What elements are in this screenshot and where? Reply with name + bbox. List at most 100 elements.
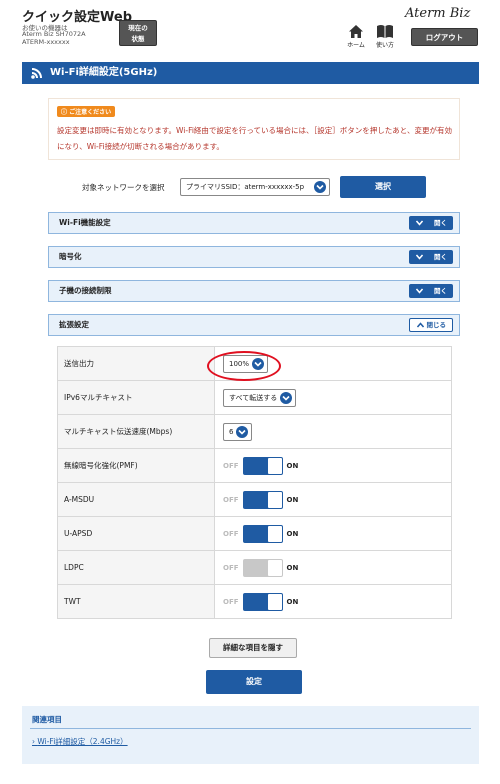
switch-off-label: OFF [223,495,239,504]
uapsd-label: U-APSD [57,516,215,551]
twt-cell: OFF ON [214,584,452,619]
related-section: 関連項目 › Wi-Fi詳細設定（2.4GHz） [22,706,479,764]
status-button-line-1: 現在の [128,24,148,32]
table-row: マルチキャスト伝送速度(Mbps) 6 [57,414,452,449]
chevron-up-icon [417,322,424,328]
section-title: 暗号化 [59,252,82,261]
notice-badge: ⓘ ご注意ください [57,106,116,117]
brand-logo: Aterm Biz [405,6,471,21]
open-button[interactable]: 開く [409,250,453,264]
twt-toggle[interactable] [242,592,283,611]
chevron-down-icon [416,220,423,226]
table-row: TWT OFF ON [57,584,452,619]
related-link-wifi-24ghz[interactable]: › Wi-Fi詳細設定（2.4GHz） [32,736,128,747]
home-icon [349,25,363,38]
close-label: 閉じる [426,321,447,329]
ipv6-multicast-value: すべて転送する [229,393,278,402]
amsdu-toggle[interactable] [242,490,283,509]
amsdu-cell: OFF ON [214,482,452,517]
switch-on-label: ON [286,461,299,470]
switch-knob [267,559,282,576]
warning-icon: ⓘ [61,109,68,116]
ipv6-multicast-select[interactable]: すべて転送する [223,388,297,407]
switch-knob [267,457,282,474]
pmf-toggle[interactable] [242,456,283,475]
notice-box: ⓘ ご注意ください 設定変更は即時に有効となります。Wi-Fi経由で設定を行って… [48,98,460,160]
section-client-limit[interactable]: 子機の接続制限 開く [48,280,460,302]
ldpc-label: LDPC [57,550,215,585]
open-label: 開く [434,253,447,261]
tx-power-label: 送信出力 [57,346,215,381]
uapsd-cell: OFF ON [214,516,452,551]
multicast-rate-select[interactable]: 6 [223,422,253,441]
network-select-label: 対象ネットワークを選択 [82,183,165,192]
twt-switch-group: OFF ON [223,592,451,611]
section-title: Wi-Fi機能設定 [59,218,111,227]
section-title: 拡張設定 [59,320,89,329]
notice-badge-label: ご注意ください [69,109,112,116]
header: クイック設定Web お使いの機器は Aterm Biz SH7072A ATER… [0,0,500,56]
switch-off-label: OFF [223,597,239,606]
switch-knob [267,525,282,542]
hide-details-button[interactable]: 詳細な項目を隠す [209,638,297,658]
pmf-label: 無線暗号化強化(PMF) [57,448,215,483]
multicast-rate-cell: 6 [214,414,452,449]
book-icon [377,25,393,38]
uapsd-switch-group: OFF ON [223,524,451,543]
open-label: 開く [434,287,447,295]
chevron-down-icon [314,181,326,193]
device-line-3: ATERM-xxxxxx [22,38,70,46]
open-label: 開く [434,219,447,227]
ipv6-multicast-label: IPv6マルチキャスト [57,380,215,415]
divider [30,728,471,729]
device-line-2: Aterm Biz SH7072A [22,30,86,38]
section-title: 子機の接続制限 [59,286,112,295]
select-network-button[interactable]: 選択 [340,176,426,198]
switch-knob [267,593,282,610]
network-select-value: プライマリSSID：aterm-xxxxxx-5p [186,183,305,191]
table-row: 無線暗号化強化(PMF) OFF ON [57,448,452,483]
section-wifi-function[interactable]: Wi-Fi機能設定 開く [48,212,460,234]
ipv6-multicast-cell: すべて転送する [214,380,452,415]
close-button[interactable]: 閉じる [409,318,453,332]
wifi-icon [31,68,42,79]
amsdu-switch-group: OFF ON [223,490,451,509]
chevron-down-icon [280,391,293,404]
switch-on-label: ON [286,495,299,504]
notice-text: 設定変更は即時に有効となります。Wi-Fi経由で設定を行っている場合には、［設定… [57,126,452,151]
logout-button[interactable]: ログアウト [411,28,478,46]
ldpc-cell: OFF ON [214,550,452,585]
switch-on-label: ON [286,597,299,606]
switch-off-label: OFF [223,461,239,470]
highlight-ring [207,351,281,381]
section-extended[interactable]: 拡張設定 閉じる [48,314,460,336]
manual-link[interactable]: 使い方 [372,24,398,49]
chevron-down-icon [416,288,423,294]
apply-button[interactable]: 設定 [206,670,302,694]
chevron-right-icon: › [32,737,35,746]
twt-label: TWT [57,584,215,619]
ldpc-switch-group: OFF ON [223,558,451,577]
chevron-down-icon [416,254,423,260]
chevron-down-icon [236,425,249,438]
current-status-button[interactable]: 現在の 状態 [119,20,157,46]
related-title: 関連項目 [32,715,62,724]
open-button[interactable]: 開く [409,216,453,230]
section-encryption[interactable]: 暗号化 開く [48,246,460,268]
switch-off-label: OFF [223,563,239,572]
uapsd-toggle[interactable] [242,524,283,543]
page-title-bar: Wi-Fi詳細設定(5GHz) [22,62,479,84]
network-select[interactable]: プライマリSSID：aterm-xxxxxx-5p [180,178,330,196]
home-label: ホーム [347,42,365,49]
table-row: IPv6マルチキャスト すべて転送する [57,380,452,415]
page-title: Wi-Fi詳細設定(5GHz) [50,67,158,78]
ldpc-toggle [242,558,283,577]
open-button[interactable]: 開く [409,284,453,298]
pmf-switch-group: OFF ON [223,456,451,475]
home-link[interactable]: ホーム [343,24,369,49]
extended-settings-table: 送信出力 100% IPv6マルチキャスト すべて転送する マルチキャスト伝送速… [57,346,452,619]
status-button-line-2: 状態 [131,35,145,43]
table-row: U-APSD OFF ON [57,516,452,551]
switch-off-label: OFF [223,529,239,538]
multicast-rate-label: マルチキャスト伝送速度(Mbps) [57,414,215,449]
